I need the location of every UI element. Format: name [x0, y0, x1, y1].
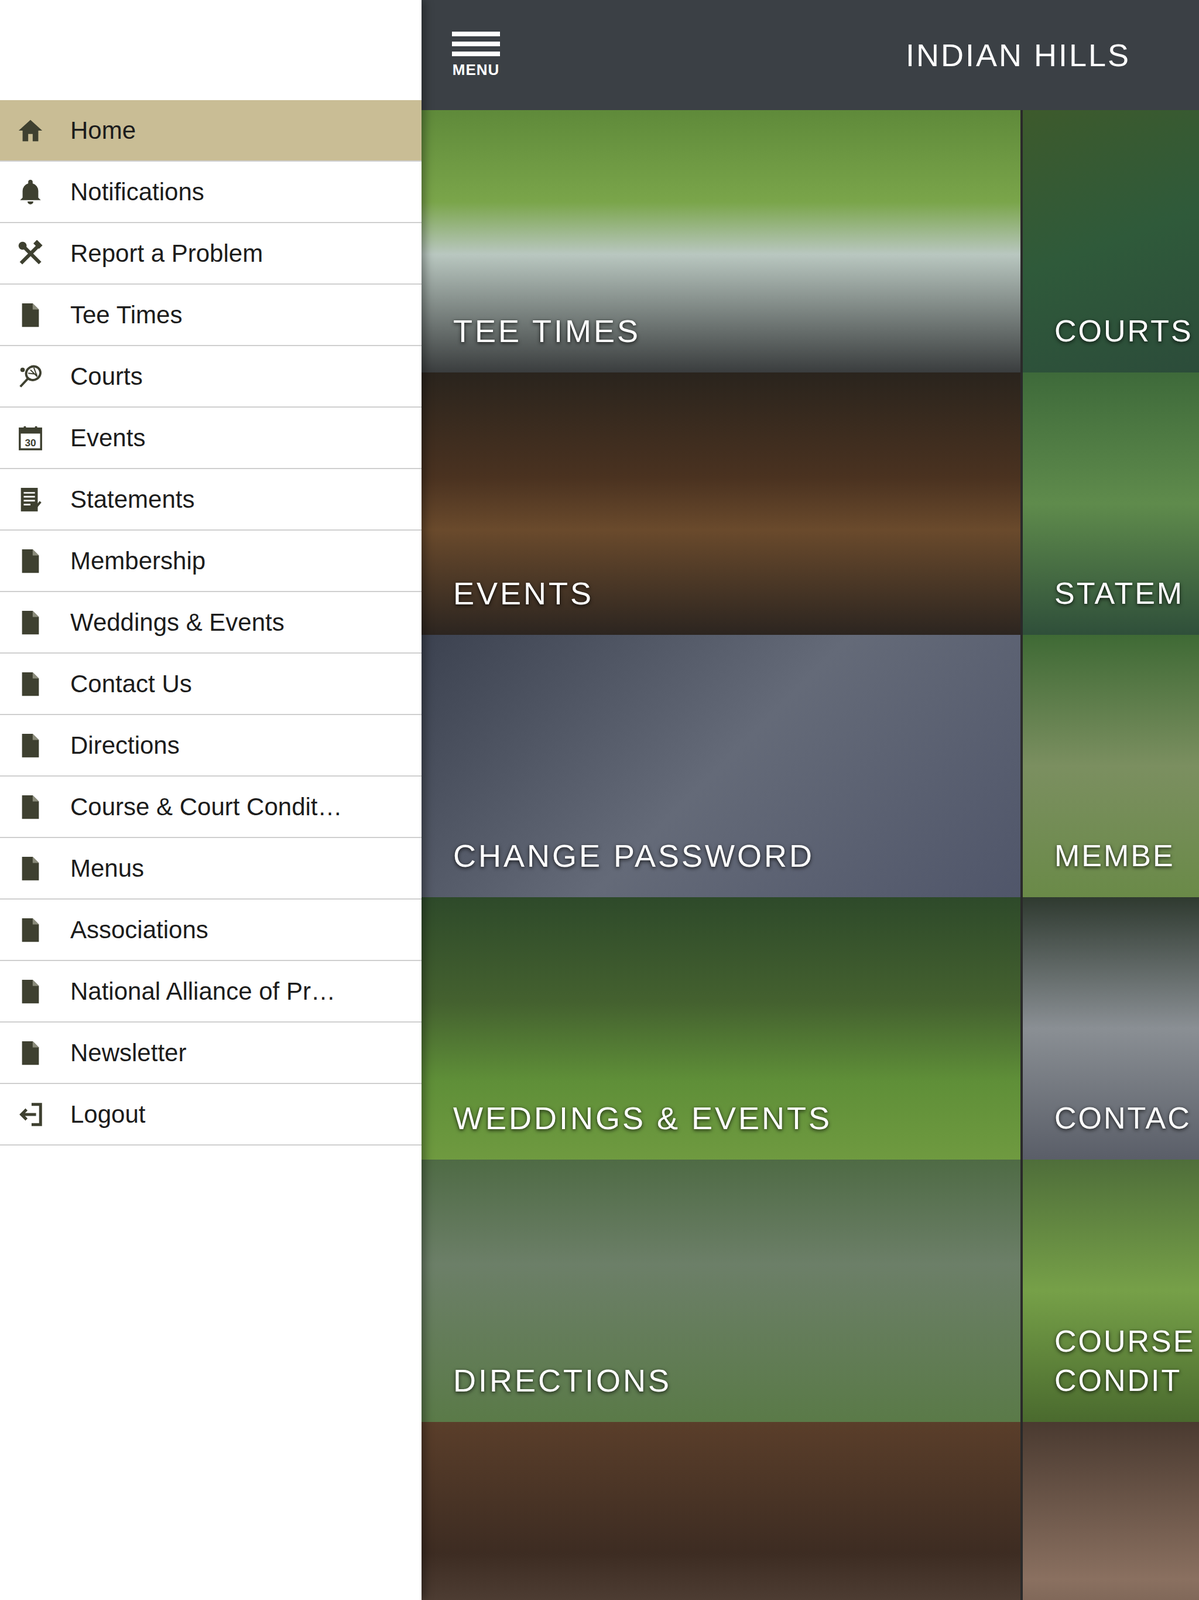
sidebar-item[interactable]: National Alliance of Pr…	[0, 960, 422, 1023]
side-menu: Home Notifications Report a Problem Tee Tim…	[0, 0, 422, 1600]
menu-tile[interactable]: STATEM	[1022, 372, 1199, 635]
sidebar-label: Notifications	[70, 177, 205, 207]
bell-icon	[16, 177, 45, 207]
menu-tile[interactable]	[1022, 1421, 1199, 1600]
sidebar-item[interactable]: Course & Court Condit…	[0, 776, 422, 838]
doc-icon	[16, 1038, 45, 1067]
menu-button[interactable]: MENU	[451, 31, 500, 80]
tile-label: CHANGE PASSWORD	[453, 834, 1021, 876]
sidebar-label: Courts	[70, 362, 143, 391]
tile-label: EVENTS	[453, 572, 1021, 614]
sidebar-label: Events	[70, 423, 146, 452]
menu-label: MENU	[452, 60, 500, 80]
sidebar-label: Home	[70, 116, 136, 145]
sidebar-item[interactable]: Logout	[0, 1083, 422, 1146]
sidebar-item[interactable]: Courts	[0, 346, 422, 408]
sidebar-label: Menus	[70, 854, 145, 883]
tile-label: DIRECTIONS	[453, 1359, 1021, 1401]
top-bar: MENU INDIAN HILLS	[421, 0, 1199, 111]
doc-icon	[16, 546, 45, 575]
tile-label: STATEM	[1054, 573, 1199, 614]
sidebar-item[interactable]: Notifications	[0, 161, 422, 224]
sidebar-label: Membership	[70, 546, 206, 575]
sidebar-item[interactable]: Newsletter	[0, 1022, 422, 1084]
doc-icon	[16, 669, 45, 698]
sidebar-label: Course & Court Condit…	[70, 792, 343, 821]
menu-tile[interactable]: CONTAC	[1022, 896, 1199, 1160]
app-title: INDIAN HILLS	[905, 36, 1131, 74]
sidebar-label: Report a Problem	[70, 239, 263, 268]
sidebar-label: National Alliance of Pr…	[70, 977, 336, 1006]
sidebar-item[interactable]: Weddings & Events	[0, 591, 422, 654]
menu-tile[interactable]: DIRECTIONS	[421, 1159, 1021, 1422]
tools-icon	[16, 239, 45, 268]
menu-tile[interactable]: TEE TIMES	[421, 110, 1021, 373]
tile-label: WEDDINGS & EVENTS	[453, 1097, 1021, 1139]
sidebar-item[interactable]: 30 Events	[0, 407, 422, 469]
sidebar-label: Weddings & Events	[70, 608, 285, 637]
tile-label: COURSE	[1054, 1321, 1199, 1362]
sidebar-label: Directions	[70, 731, 180, 760]
sidebar-label: Statements	[70, 485, 195, 514]
sidebar-item[interactable]: Home	[0, 100, 422, 162]
doc-icon	[16, 977, 45, 1006]
sidebar-item[interactable]: Report a Problem	[0, 223, 422, 285]
tile-grid: TEE TIMES COURTS EVENTS STATEM CHANGE PASSWO…	[421, 110, 1199, 1600]
tile-label: CONDIT	[1054, 1360, 1199, 1401]
sidebar-item[interactable]: Membership	[0, 530, 422, 592]
racket-icon	[16, 362, 45, 391]
menu-tile[interactable]: COURSECONDIT	[1022, 1159, 1199, 1422]
home-icon	[16, 116, 45, 145]
main-panel: MENU INDIAN HILLS TEE TIMES COURTS EVENTS ST…	[421, 0, 1199, 1600]
menu-tile[interactable]: WEDDINGS & EVENTS	[421, 896, 1021, 1160]
hamburger-icon	[451, 31, 500, 57]
sidebar-item[interactable]: Tee Times	[0, 284, 422, 347]
sidebar-item[interactable]: Contact Us	[0, 653, 422, 715]
sidebar-label: Logout	[70, 1100, 146, 1129]
tile-label: COURTS	[1054, 311, 1199, 352]
sidebar-label: Contact Us	[70, 669, 193, 698]
logout-icon	[16, 1100, 45, 1129]
menu-tile[interactable]: EVENTS	[421, 372, 1021, 635]
sidebar-item[interactable]: Menus	[0, 837, 422, 900]
sidebar-label: Newsletter	[70, 1038, 187, 1067]
menu-tile[interactable]: MEMBE	[1022, 634, 1199, 897]
calendar-icon: 30	[16, 423, 45, 452]
svg-text:30: 30	[24, 436, 36, 449]
menu-tile[interactable]	[421, 1421, 1021, 1600]
doc-icon	[16, 731, 45, 760]
tile-label: TEE TIMES	[453, 310, 1021, 352]
doc-icon	[16, 854, 45, 883]
sidebar-item[interactable]: Associations	[0, 899, 422, 961]
doc-icon	[16, 792, 45, 821]
doc-icon	[16, 915, 45, 944]
menu-tile[interactable]: CHANGE PASSWORD	[421, 634, 1021, 897]
statement-icon	[16, 485, 45, 514]
tile-label: CONTAC	[1054, 1098, 1199, 1139]
menu-tile[interactable]: COURTS	[1022, 110, 1199, 373]
sidebar-item[interactable]: Directions	[0, 714, 422, 777]
doc-icon	[16, 608, 45, 637]
tile-label: MEMBE	[1054, 836, 1199, 876]
sidebar-item[interactable]: Statements	[0, 468, 422, 531]
sidebar-label: Tee Times	[70, 300, 183, 330]
doc-icon	[16, 300, 45, 330]
sidebar-label: Associations	[70, 915, 209, 944]
